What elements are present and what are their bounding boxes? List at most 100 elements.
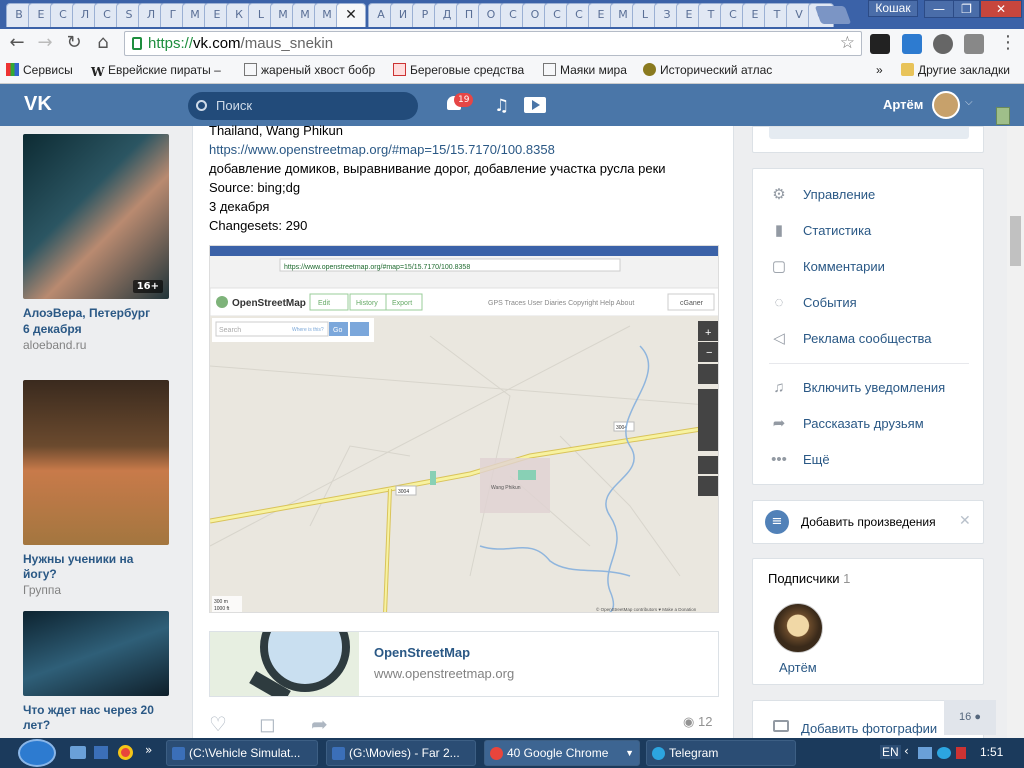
share-icon[interactable]: ➦ bbox=[311, 712, 335, 736]
chrome-icon[interactable] bbox=[118, 745, 133, 760]
download-icon[interactable] bbox=[996, 107, 1010, 125]
network-icon[interactable] bbox=[918, 747, 932, 759]
avatar[interactable] bbox=[932, 91, 960, 119]
menu-item-ads[interactable]: ◁ Реклама сообщества bbox=[769, 329, 979, 349]
wikipedia-icon: W bbox=[91, 65, 105, 79]
ad-card[interactable]: Что ждет нас через 20 лет? bbox=[23, 611, 169, 733]
subscriber-name[interactable]: Артём bbox=[779, 660, 817, 675]
bookmark-item[interactable]: W Еврейские пираты – bbox=[91, 63, 221, 79]
osm-user: cGaner bbox=[680, 300, 704, 307]
ad-title[interactable]: АлоэВера, Петербург bbox=[23, 306, 169, 321]
share-icon: ➦ bbox=[772, 415, 786, 432]
add-works-label[interactable]: Добавить произведения bbox=[801, 515, 936, 529]
osm-history: History bbox=[356, 300, 378, 307]
post-screenshot-image[interactable]: https://www.openstreetmap.org/#map=15/15… bbox=[209, 245, 719, 613]
menu-item-events[interactable]: ◌ События bbox=[769, 293, 979, 313]
osm-village-label: Wang Phikun bbox=[491, 485, 521, 491]
home-icon[interactable]: ⌂ bbox=[92, 32, 114, 54]
tray-app-icon[interactable] bbox=[956, 747, 966, 759]
osm-scale: 1000 ft bbox=[214, 606, 230, 612]
extension-icon[interactable] bbox=[964, 34, 984, 54]
post-link[interactable]: https://www.openstreetmap.org/#map=15/15… bbox=[209, 142, 555, 157]
add-works-block[interactable]: ≡ Добавить произведения ✕ bbox=[752, 500, 984, 544]
bookmarks-overflow-button[interactable]: » bbox=[876, 63, 883, 77]
add-photos-link[interactable]: Добавить фотографии bbox=[801, 721, 937, 736]
link-preview-image[interactable] bbox=[210, 632, 359, 696]
taskbar-item[interactable]: Telegram bbox=[646, 740, 796, 766]
minimize-button[interactable]: — bbox=[924, 0, 954, 18]
ad-card[interactable]: 16+ АлоэВера, Петербург 6 декабря aloeba… bbox=[23, 134, 169, 353]
taskbar-item[interactable]: (C:\Vehicle Simulat... bbox=[166, 740, 318, 766]
start-button[interactable] bbox=[18, 739, 56, 767]
extension-icon[interactable] bbox=[902, 34, 922, 54]
ad-subtitle: Группа bbox=[23, 583, 62, 597]
bookmark-item[interactable]: Береговые средства bbox=[393, 63, 524, 77]
osm-top-links: GPS Traces User Diaries Copyright Help A… bbox=[488, 300, 634, 307]
menu-item-manage[interactable]: ⚙ Управление bbox=[769, 185, 979, 205]
reload-icon[interactable]: ↻ bbox=[63, 32, 85, 54]
telegram-tray-icon[interactable] bbox=[937, 747, 951, 759]
close-window-button[interactable]: ✕ bbox=[980, 0, 1022, 18]
osm-edit: Edit bbox=[318, 300, 330, 307]
video-icon[interactable] bbox=[524, 97, 546, 113]
search-input[interactable]: Поиск bbox=[188, 92, 418, 120]
forward-icon[interactable]: → bbox=[34, 32, 56, 54]
far-icon[interactable] bbox=[94, 746, 108, 759]
online-counter[interactable]: 16 ● bbox=[944, 700, 996, 735]
subscribers-title[interactable]: Подписчики 1 bbox=[768, 571, 850, 586]
taskbar-item[interactable]: (G:\Movies) - Far 2... bbox=[326, 740, 476, 766]
maximize-button[interactable]: ❐ bbox=[953, 0, 980, 18]
chevron-down-icon[interactable]: ▼ bbox=[625, 741, 634, 765]
language-indicator[interactable]: EN bbox=[880, 745, 901, 759]
chevron-down-icon[interactable]: ⌵ bbox=[965, 97, 973, 108]
extension-icon[interactable] bbox=[933, 34, 953, 54]
group-action-button[interactable] bbox=[769, 127, 969, 139]
vk-logo[interactable]: VK bbox=[24, 93, 52, 116]
other-bookmarks-folder[interactable]: Другие закладки bbox=[901, 63, 1010, 77]
music-icon[interactable]: ♫ bbox=[494, 96, 509, 116]
tab-active-close[interactable]: ✕ bbox=[336, 3, 366, 27]
ad-image[interactable]: 16+ bbox=[23, 134, 169, 299]
user-name[interactable]: Артём bbox=[883, 97, 923, 112]
menu-item-stats[interactable]: ▮ Статистика bbox=[769, 221, 979, 241]
address-bar[interactable]: https://vk.com/maus_snekin ☆ bbox=[124, 31, 862, 56]
svg-text:+: + bbox=[705, 327, 711, 339]
avatar[interactable] bbox=[773, 603, 823, 653]
clock[interactable]: 1:51 bbox=[980, 745, 1003, 759]
bookmark-star-icon[interactable]: ☆ bbox=[840, 33, 855, 53]
post-text-line: 3 декабря bbox=[209, 199, 270, 214]
back-icon[interactable]: ← bbox=[6, 32, 28, 54]
post-text-line: Thailand, Wang Phikun bbox=[209, 123, 343, 138]
bookmark-item[interactable]: жареный хвост бобр bbox=[244, 63, 375, 77]
ad-card[interactable]: Нужны ученики на йогу? Группа bbox=[23, 380, 169, 598]
close-icon[interactable]: ✕ bbox=[959, 513, 971, 529]
ad-title[interactable]: Нужны ученики на йогу? bbox=[23, 552, 169, 582]
ad-title[interactable]: Что ждет нас через 20 лет? bbox=[23, 703, 163, 733]
extension-icon[interactable] bbox=[870, 34, 890, 54]
like-icon[interactable]: ♡ bbox=[209, 712, 233, 736]
show-desktop-icon[interactable] bbox=[70, 746, 86, 759]
camera-icon bbox=[773, 720, 789, 732]
bookmark-item[interactable]: Сервисы bbox=[6, 63, 73, 77]
page-scrollbar[interactable] bbox=[1007, 126, 1024, 738]
comment-icon[interactable]: ◻ bbox=[259, 712, 283, 736]
ad-image[interactable] bbox=[23, 611, 169, 696]
ad-domain[interactable]: aloeband.ru bbox=[23, 337, 169, 353]
telegram-icon bbox=[652, 747, 665, 760]
tray-expand-icon[interactable]: ‹ bbox=[904, 744, 909, 758]
menu-item-tell-friends[interactable]: ➦ Рассказать друзьям bbox=[769, 414, 979, 434]
taskbar-item-chrome[interactable]: 40 Google Chrome ▼ bbox=[484, 740, 640, 766]
bookmark-item[interactable]: Маяки мира bbox=[543, 63, 627, 77]
link-preview-card[interactable]: OpenStreetMap www.openstreetmap.org bbox=[209, 631, 719, 697]
browser-profile-name[interactable]: Кошак bbox=[868, 0, 918, 17]
menu-item-more[interactable]: ••• Ещё bbox=[769, 450, 979, 470]
ad-image[interactable] bbox=[23, 380, 169, 545]
menu-icon[interactable]: ⋮ bbox=[997, 32, 1019, 54]
menu-item-comments[interactable]: ▢ Комментарии bbox=[769, 257, 979, 277]
new-tab-button[interactable] bbox=[814, 6, 852, 24]
scrollbar-thumb[interactable] bbox=[1010, 216, 1021, 266]
quicklaunch-overflow[interactable]: » bbox=[145, 743, 152, 757]
menu-item-notifications[interactable]: ♫ Включить уведомления bbox=[769, 378, 979, 398]
link-preview-title[interactable]: OpenStreetMap bbox=[374, 645, 470, 660]
bookmark-item[interactable]: Исторический атлас bbox=[643, 63, 772, 77]
